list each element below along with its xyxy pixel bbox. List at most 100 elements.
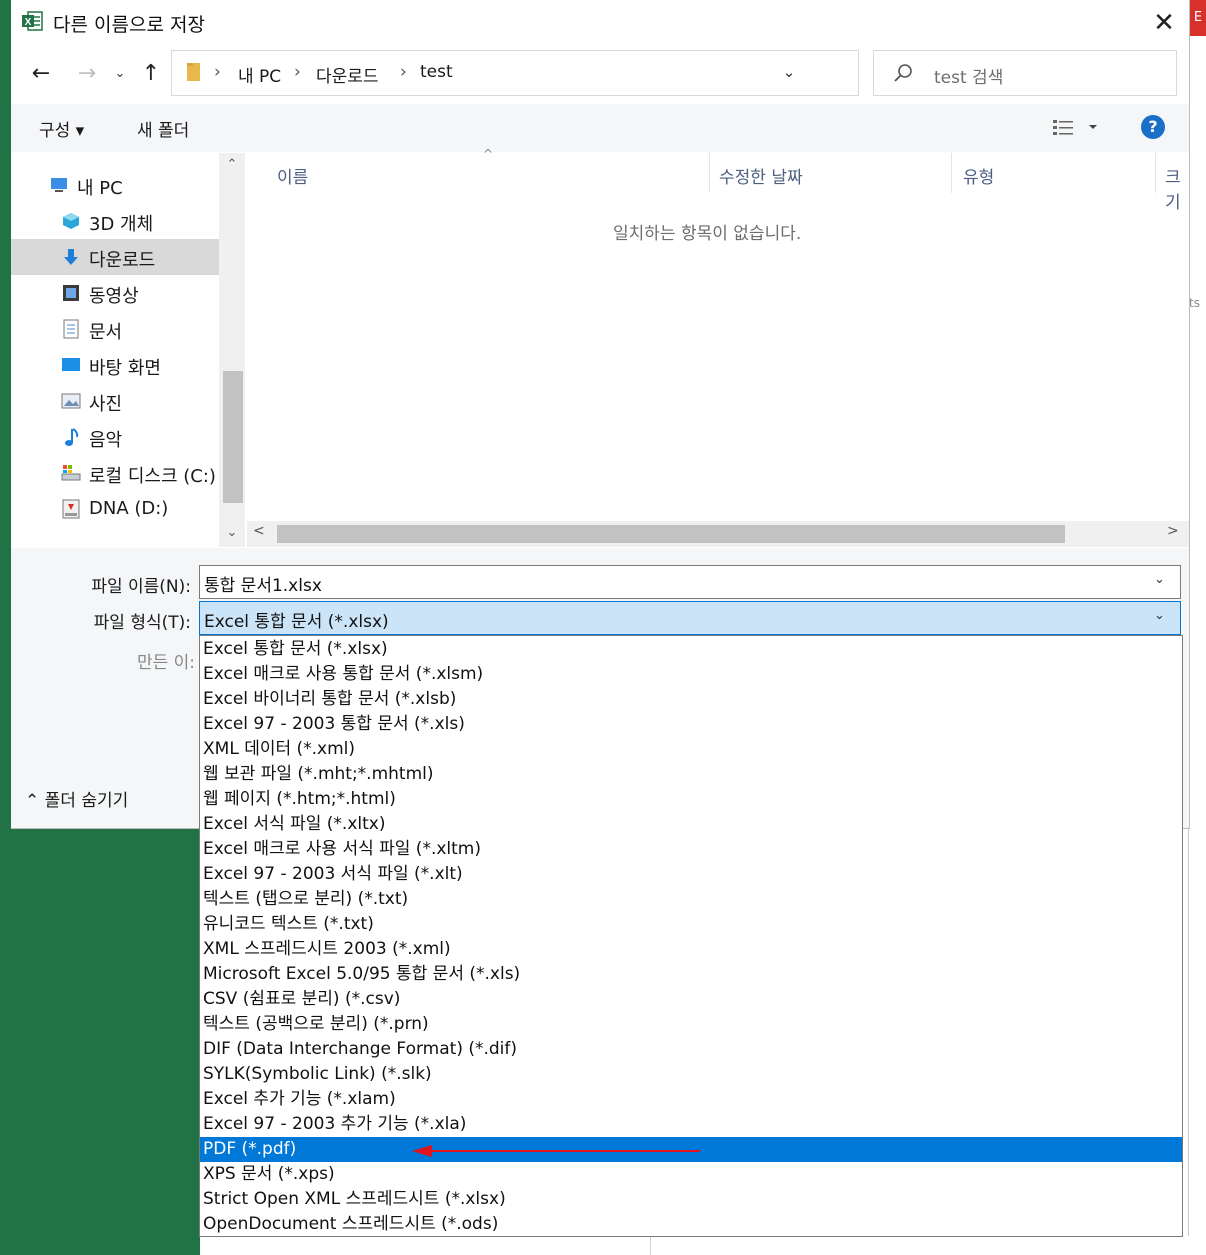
filename-field[interactable]: 통합 문서1.xlsx ⌄ [199,565,1181,599]
music-icon [65,428,79,446]
filetype-option[interactable]: 웹 페이지 (*.htm;*.html) [200,787,1182,812]
usb-drive-icon [62,499,80,519]
sidebar-item-desktop[interactable]: 바탕 화면 [11,347,219,383]
filetype-option[interactable]: XML 데이터 (*.xml) [200,737,1182,762]
computer-icon [51,178,67,192]
filetype-option[interactable]: Excel 매크로 사용 통합 문서 (*.xlsm) [200,662,1182,687]
filetype-option[interactable]: Strict Open XML 스프레드시트 (*.xlsx) [200,1187,1182,1212]
dialog-title: 다른 이름으로 저장 [53,14,205,36]
column-header-name[interactable]: 이름 [277,163,308,188]
sidebar-item-local-disk-c[interactable]: 로컬 디스크 (C:) [11,455,219,491]
scroll-right-icon[interactable]: > [1167,523,1179,539]
column-divider[interactable] [1155,153,1156,193]
breadcrumb-separator: › [214,62,221,82]
back-button[interactable]: ← [27,58,55,90]
sidebar-item-label: 음악 [89,430,123,451]
sidebar-item-label: 문서 [89,322,123,343]
sidebar-item-music[interactable]: 음악 [11,419,219,455]
scroll-left-icon[interactable]: < [253,523,265,539]
navigation-pane: 내 PC 3D 개체 다운로드 동영상 문서 바탕 화면 사진 음악 로컬 디스… [11,153,246,547]
sidebar-item-dna-d[interactable]: DNA (D:) [11,491,219,527]
filetype-option[interactable]: CSV (쉼표로 분리) (*.csv) [200,987,1182,1012]
sidebar-item-pictures[interactable]: 사진 [11,383,219,419]
filetype-option[interactable]: SYLK(Symbolic Link) (*.slk) [200,1062,1182,1087]
sidebar-item-label: 내 PC [77,178,123,199]
navigation-pane-scroll-thumb[interactable] [223,371,243,503]
horizontal-scroll-thumb[interactable] [277,525,1065,543]
new-folder-button[interactable]: 새 폴더 [137,116,189,141]
horizontal-scrollbar[interactable]: < > [247,521,1189,547]
filetype-selected-value[interactable]: Excel 통합 문서 (*.xlsx) [204,607,389,632]
filetype-option[interactable]: Microsoft Excel 5.0/95 통합 문서 (*.xls) [200,962,1182,987]
breadcrumb-item-thispc[interactable]: 내 PC [238,62,281,87]
filetype-option-label: XML 데이터 (*.xml) [203,739,356,759]
filetype-option[interactable]: Excel 바이너리 통합 문서 (*.xlsb) [200,687,1182,712]
view-options-icon[interactable] [1051,116,1111,140]
sidebar-item-3d-objects[interactable]: 3D 개체 [11,203,219,239]
breadcrumb-item-test[interactable]: test [420,62,453,82]
title-bar: X 다른 이름으로 저장 ✕ [11,0,1189,44]
up-folder-button[interactable]: ↑ [137,58,165,90]
sidebar-item-label: 3D 개체 [89,214,154,235]
filetype-option[interactable]: Excel 추가 기능 (*.xlam) [200,1087,1182,1112]
filetype-option-label: 텍스트 (탭으로 분리) (*.txt) [203,889,409,909]
filetype-option[interactable]: OpenDocument 스프레드시트 (*.ods) [200,1212,1182,1237]
sidebar-item-documents[interactable]: 문서 [11,311,219,347]
sidebar-item-this-pc[interactable]: 내 PC [11,167,219,203]
filetype-option[interactable]: Excel 97 - 2003 통합 문서 (*.xls) [200,712,1182,737]
filetype-option[interactable]: Excel 97 - 2003 서식 파일 (*.xlt) [200,862,1182,887]
help-button[interactable]: ? [1141,115,1165,139]
filetype-option-label: XML 스프레드시트 2003 (*.xml) [203,939,451,959]
search-input[interactable]: test 검색 [934,63,1003,88]
address-bar[interactable]: › 내 PC › 다운로드 › test ⌄ ↻ [171,50,1005,96]
column-header-type[interactable]: 유형 [963,163,994,188]
column-header-size[interactable]: 크기 [1165,163,1189,213]
svg-text:X: X [25,17,32,28]
organize-button[interactable]: 구성 ▾ [39,116,84,141]
search-box[interactable]: test 검색 [873,50,1177,96]
filetype-option[interactable]: XPS 문서 (*.xps) [200,1162,1182,1187]
filetype-option[interactable]: 유니코드 텍스트 (*.txt) [200,912,1182,937]
filetype-option-label: CSV (쉼표로 분리) (*.csv) [203,989,401,1009]
filetype-option-label: Excel 97 - 2003 추가 기능 (*.xla) [203,1114,467,1134]
chevron-down-icon[interactable]: ⌄ [1154,572,1165,587]
excel-window-right-edge [1188,0,1206,1255]
sidebar-item-downloads[interactable]: 다운로드 [11,239,219,275]
author-label: 만든 이: [136,653,195,673]
filetype-option[interactable]: Excel 97 - 2003 추가 기능 (*.xla) [200,1112,1182,1137]
filetype-option-label: PDF (*.pdf) [203,1139,297,1159]
filetype-option[interactable]: 텍스트 (공백으로 분리) (*.prn) [200,1012,1182,1037]
breadcrumb-item-downloads[interactable]: 다운로드 [316,62,379,87]
address-history-dropdown[interactable]: ⌄ [778,60,800,84]
forward-button[interactable]: → [73,58,101,90]
filetype-option-label: Excel 서식 파일 (*.xltx) [203,814,386,834]
hide-folders-button[interactable]: ⌃ 폴더 숨기기 [25,786,128,811]
column-header-date-modified[interactable]: 수정한 날짜 [719,163,803,188]
sidebar-item-label: 바탕 화면 [89,358,161,379]
filetype-select[interactable]: Excel 통합 문서 (*.xlsx) ⌄ [199,601,1181,635]
desktop-icon [62,358,80,371]
filetype-option[interactable]: Excel 통합 문서 (*.xlsx) [200,637,1182,662]
filename-value[interactable]: 통합 문서1.xlsx [204,571,322,596]
filetype-option[interactable]: 텍스트 (탭으로 분리) (*.txt) [200,887,1182,912]
close-button[interactable]: ✕ [1147,6,1181,40]
filetype-option[interactable]: XML 스프레드시트 2003 (*.xml) [200,937,1182,962]
breadcrumb-separator: › [400,62,407,82]
sidebar-item-videos[interactable]: 동영상 [11,275,219,311]
recent-locations-button[interactable]: ⌄ [111,58,129,90]
filetype-option[interactable]: DIF (Data Interchange Format) (*.dif) [200,1037,1182,1062]
filetype-option[interactable]: Excel 서식 파일 (*.xltx) [200,812,1182,837]
column-divider[interactable] [951,153,952,193]
sidebar-item-label: DNA (D:) [89,498,169,519]
filetype-option[interactable]: 웹 보관 파일 (*.mht;*.mhtml) [200,762,1182,787]
cube-icon [63,213,79,229]
filetype-option-label: Excel 추가 기능 (*.xlam) [203,1089,396,1109]
column-divider[interactable] [709,153,710,193]
filetype-option[interactable]: Excel 매크로 사용 서식 파일 (*.xltm) [200,837,1182,862]
file-list: ^ 이름 수정한 날짜 유형 크기 일치하는 항목이 없습니다. < > [247,147,1189,547]
scroll-down-icon[interactable]: ⌄ [219,525,245,545]
filetype-option-label: Excel 통합 문서 (*.xlsx) [203,639,388,659]
chevron-down-icon[interactable]: ⌄ [1154,608,1165,623]
scroll-up-icon[interactable]: ⌃ [219,157,245,177]
empty-list-message: 일치하는 항목이 없습니다. [613,224,802,244]
